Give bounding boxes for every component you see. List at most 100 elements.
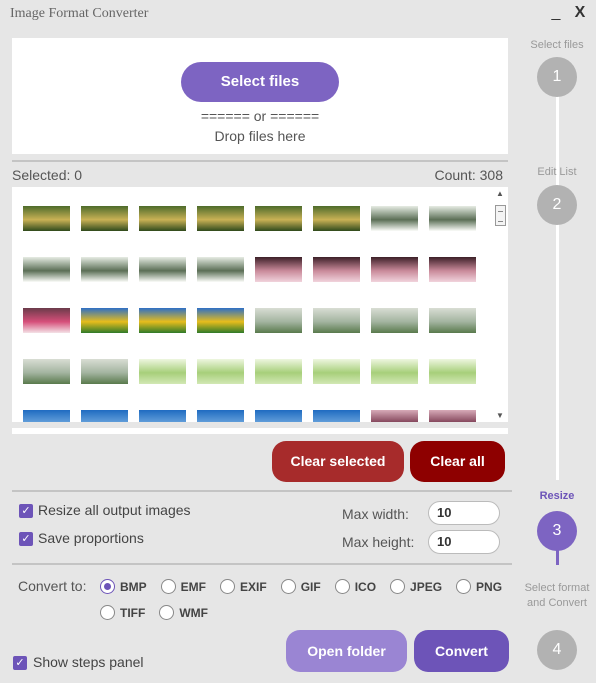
divider xyxy=(12,160,508,162)
show-steps-label: Show steps panel xyxy=(33,654,144,670)
clear-selected-button[interactable]: Clear selected xyxy=(272,441,404,482)
image-list[interactable] xyxy=(12,187,508,422)
radio-icon[interactable] xyxy=(280,579,296,594)
thumbnail-light-green[interactable] xyxy=(197,359,244,384)
step-4-circle[interactable]: 4 xyxy=(537,630,577,670)
format-option-gif[interactable]: GIF xyxy=(280,579,321,594)
or-separator: ====== or ====== xyxy=(200,108,320,124)
select-files-button[interactable]: Select files xyxy=(181,62,339,102)
format-option-ico[interactable]: ICO xyxy=(334,579,376,594)
radio-icon[interactable] xyxy=(160,579,176,594)
format-option-jpeg[interactable]: JPEG xyxy=(390,579,442,594)
resize-all-label: Resize all output images xyxy=(38,502,191,518)
thumbnail-pink-dark[interactable] xyxy=(371,257,418,282)
thumbnail-tulips[interactable] xyxy=(23,359,70,384)
selected-count: Selected: 0 xyxy=(12,167,83,183)
thumbnail-tulips[interactable] xyxy=(81,359,128,384)
divider xyxy=(12,563,512,565)
format-option-tiff[interactable]: TIFF xyxy=(100,605,145,620)
thumbnail-yellow-sky[interactable] xyxy=(139,308,186,333)
format-option-png[interactable]: PNG xyxy=(456,579,502,594)
clear-all-button[interactable]: Clear all xyxy=(410,441,505,482)
open-folder-button[interactable]: Open folder xyxy=(286,630,407,672)
radio-icon[interactable] xyxy=(390,579,406,594)
radio-icon[interactable] xyxy=(334,579,350,594)
thumbnail-blue-sky[interactable] xyxy=(197,410,244,422)
thumbnail-tulips[interactable] xyxy=(429,308,476,333)
thumbnail-pink-dark[interactable] xyxy=(429,257,476,282)
radio-icon[interactable] xyxy=(100,605,115,620)
thumbnail-white-flowers[interactable] xyxy=(371,206,418,231)
format-row-2: TIFF WMF xyxy=(100,605,222,620)
thumbnail-blue-sky[interactable] xyxy=(255,410,302,422)
steps-connector-active xyxy=(556,549,559,565)
format-option-bmp[interactable]: BMP xyxy=(100,579,147,594)
thumbnail-white-flowers[interactable] xyxy=(23,257,70,282)
thumbnail-blue-sky[interactable] xyxy=(23,410,70,422)
format-option-wmf[interactable]: WMF xyxy=(159,605,208,620)
title-bar: Image Format Converter _ X xyxy=(0,0,596,28)
window-title: Image Format Converter xyxy=(10,6,149,21)
thumbnail-forest[interactable] xyxy=(313,206,360,231)
thumbnail-yellow-sky[interactable] xyxy=(197,308,244,333)
thumbnail-pink-dark[interactable] xyxy=(313,257,360,282)
thumbnail-forest[interactable] xyxy=(81,206,128,231)
thumbnail-forest[interactable] xyxy=(139,206,186,231)
close-button[interactable]: X xyxy=(570,2,590,24)
convert-button[interactable]: Convert xyxy=(414,630,509,672)
thumbnail-white-flowers[interactable] xyxy=(197,257,244,282)
thumbnail-pink-flowers[interactable] xyxy=(23,308,70,333)
max-height-label: Max height: xyxy=(342,534,415,550)
radio-icon[interactable] xyxy=(220,579,236,594)
thumbnail-forest[interactable] xyxy=(23,206,70,231)
thumbnail-yellow-sky[interactable] xyxy=(81,308,128,333)
convert-to-label: Convert to: xyxy=(18,578,87,594)
radio-selected-icon[interactable] xyxy=(100,579,115,594)
thumbnail-light-green[interactable] xyxy=(255,359,302,384)
thumbnail-pink-dark[interactable] xyxy=(255,257,302,282)
save-proportions-checkbox[interactable]: ✓ xyxy=(19,532,33,546)
thumbnail-forest[interactable] xyxy=(197,206,244,231)
thumbnail-light-green[interactable] xyxy=(371,359,418,384)
thumbnail-blue-sky[interactable] xyxy=(139,410,186,422)
save-proportions-label: Save proportions xyxy=(38,530,144,546)
step-1-circle[interactable]: 1 xyxy=(537,57,577,97)
max-height-input[interactable]: 10 xyxy=(428,530,500,554)
format-option-exif[interactable]: EXIF xyxy=(220,579,267,594)
thumbnail-white-flowers[interactable] xyxy=(139,257,186,282)
thumbnail-light-green[interactable] xyxy=(139,359,186,384)
radio-icon[interactable] xyxy=(159,605,175,620)
thumbnail-forest[interactable] xyxy=(255,206,302,231)
thumbnail-white-flowers[interactable] xyxy=(429,206,476,231)
thumbnail-light-green[interactable] xyxy=(429,359,476,384)
list-scrollbar[interactable]: ▲ ▼ xyxy=(493,187,508,422)
step-3-circle[interactable]: 3 xyxy=(537,511,577,551)
step-3-title: Resize xyxy=(539,490,575,502)
thumbnail-pink-blossom[interactable] xyxy=(429,410,476,422)
minimize-button[interactable]: _ xyxy=(546,2,566,24)
thumbnail-light-green[interactable] xyxy=(313,359,360,384)
resize-all-checkbox[interactable]: ✓ xyxy=(19,504,33,518)
thumbnail-tulips[interactable] xyxy=(371,308,418,333)
thumbnail-blue-sky[interactable] xyxy=(81,410,128,422)
thumbnail-white-flowers[interactable] xyxy=(81,257,128,282)
step-2-title: Edit List xyxy=(537,166,577,178)
list-horizontal-scroll xyxy=(12,428,508,434)
format-option-emf[interactable]: EMF xyxy=(160,579,206,594)
total-count: Count: 308 xyxy=(434,167,504,183)
thumbnail-blue-sky[interactable] xyxy=(313,410,360,422)
scroll-down-icon[interactable]: ▼ xyxy=(496,411,504,420)
max-width-input[interactable]: 10 xyxy=(428,501,500,525)
show-steps-checkbox[interactable]: ✓ xyxy=(13,656,27,670)
thumbnail-pink-blossom[interactable] xyxy=(371,410,418,422)
format-row-1: BMP EMF EXIF GIF ICO JPEG PNG xyxy=(100,579,516,594)
drop-hint: Drop files here xyxy=(214,128,306,144)
radio-icon[interactable] xyxy=(456,579,472,594)
thumbnail-tulips[interactable] xyxy=(313,308,360,333)
scroll-thumb[interactable] xyxy=(495,205,506,226)
step-2-circle[interactable]: 2 xyxy=(537,185,577,225)
thumbnail-tulips[interactable] xyxy=(255,308,302,333)
scroll-up-icon[interactable]: ▲ xyxy=(496,189,504,198)
steps-connector xyxy=(556,96,559,480)
divider xyxy=(12,490,512,492)
